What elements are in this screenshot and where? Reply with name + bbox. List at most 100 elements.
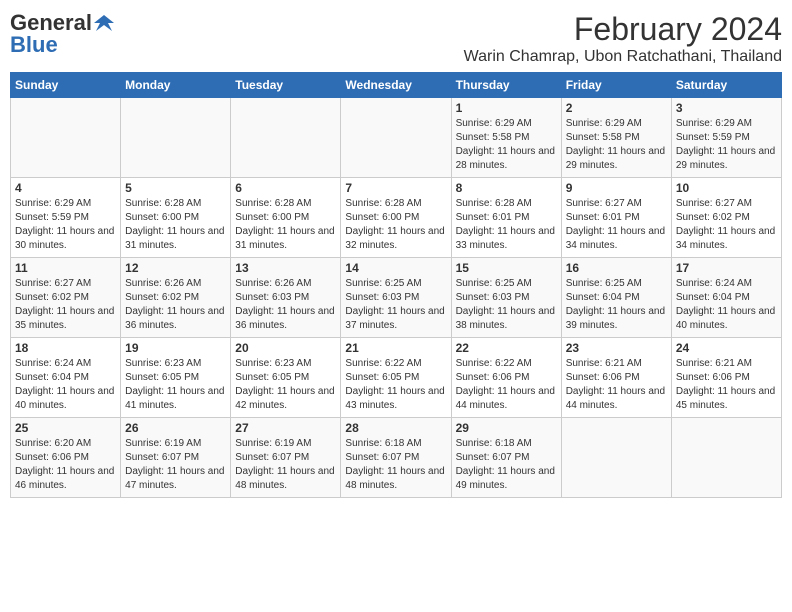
day-number: 22 xyxy=(456,341,557,355)
day-info: Sunrise: 6:28 AM Sunset: 6:00 PM Dayligh… xyxy=(345,197,446,253)
day-info: Sunrise: 6:20 AM Sunset: 6:06 PM Dayligh… xyxy=(15,437,116,493)
day-number: 3 xyxy=(676,101,777,115)
calendar-cell xyxy=(671,418,781,498)
calendar-cell: 1 Sunrise: 6:29 AM Sunset: 5:58 PM Daylig… xyxy=(451,98,561,178)
week-row-4: 18 Sunrise: 6:24 AM Sunset: 6:04 PM Dayli… xyxy=(11,338,782,418)
day-info: Sunrise: 6:22 AM Sunset: 6:05 PM Dayligh… xyxy=(345,357,446,413)
day-info: Sunrise: 6:24 AM Sunset: 6:04 PM Dayligh… xyxy=(676,277,777,333)
day-info: Sunrise: 6:28 AM Sunset: 6:00 PM Dayligh… xyxy=(125,197,226,253)
day-info: Sunrise: 6:27 AM Sunset: 6:01 PM Dayligh… xyxy=(566,197,667,253)
week-row-5: 25 Sunrise: 6:20 AM Sunset: 6:06 PM Dayli… xyxy=(11,418,782,498)
day-info: Sunrise: 6:19 AM Sunset: 6:07 PM Dayligh… xyxy=(125,437,226,493)
day-info: Sunrise: 6:28 AM Sunset: 6:00 PM Dayligh… xyxy=(235,197,336,253)
day-number: 25 xyxy=(15,421,116,435)
day-info: Sunrise: 6:21 AM Sunset: 6:06 PM Dayligh… xyxy=(566,357,667,413)
day-info: Sunrise: 6:27 AM Sunset: 6:02 PM Dayligh… xyxy=(15,277,116,333)
day-number: 20 xyxy=(235,341,336,355)
calendar-cell: 28Sunrise: 6:18 AM Sunset: 6:07 PM Dayli… xyxy=(341,418,451,498)
day-info: Sunrise: 6:29 AM Sunset: 5:59 PM Dayligh… xyxy=(676,117,777,173)
week-row-3: 11 Sunrise: 6:27 AM Sunset: 6:02 PM Dayli… xyxy=(11,258,782,338)
day-number: 8 xyxy=(456,181,557,195)
calendar-cell: 18 Sunrise: 6:24 AM Sunset: 6:04 PM Dayli… xyxy=(11,338,121,418)
day-number: 5 xyxy=(125,181,226,195)
day-number: 27 xyxy=(235,421,336,435)
calendar-cell: 23Sunrise: 6:21 AM Sunset: 6:06 PM Dayli… xyxy=(561,338,671,418)
day-number: 29 xyxy=(456,421,557,435)
calendar-cell: 6 Sunrise: 6:28 AM Sunset: 6:00 PM Daylig… xyxy=(231,178,341,258)
day-number: 7 xyxy=(345,181,446,195)
calendar-cell: 25 Sunrise: 6:20 AM Sunset: 6:06 PM Dayli… xyxy=(11,418,121,498)
day-info: Sunrise: 6:25 AM Sunset: 6:03 PM Dayligh… xyxy=(456,277,557,333)
calendar-cell: 26 Sunrise: 6:19 AM Sunset: 6:07 PM Dayli… xyxy=(121,418,231,498)
day-number: 1 xyxy=(456,101,557,115)
day-number: 14 xyxy=(345,261,446,275)
calendar-cell: 17 Sunrise: 6:24 AM Sunset: 6:04 PM Dayli… xyxy=(671,258,781,338)
day-info: Sunrise: 6:25 AM Sunset: 6:03 PM Dayligh… xyxy=(345,277,446,333)
day-number: 11 xyxy=(15,261,116,275)
calendar-cell: 19 Sunrise: 6:23 AM Sunset: 6:05 PM Dayli… xyxy=(121,338,231,418)
day-number: 4 xyxy=(15,181,116,195)
weekday-header-sunday: Sunday xyxy=(11,73,121,98)
day-info: Sunrise: 6:29 AM Sunset: 5:59 PM Dayligh… xyxy=(15,197,116,253)
day-info: Sunrise: 6:22 AM Sunset: 6:06 PM Dayligh… xyxy=(456,357,557,413)
calendar-cell xyxy=(231,98,341,178)
day-number: 13 xyxy=(235,261,336,275)
day-info: Sunrise: 6:26 AM Sunset: 6:02 PM Dayligh… xyxy=(125,277,226,333)
calendar-cell: 9 Sunrise: 6:27 AM Sunset: 6:01 PM Daylig… xyxy=(561,178,671,258)
day-info: Sunrise: 6:29 AM Sunset: 5:58 PM Dayligh… xyxy=(456,117,557,173)
week-row-1: 1 Sunrise: 6:29 AM Sunset: 5:58 PM Daylig… xyxy=(11,98,782,178)
calendar-cell: 27 Sunrise: 6:19 AM Sunset: 6:07 PM Dayli… xyxy=(231,418,341,498)
weekday-header-monday: Monday xyxy=(121,73,231,98)
day-number: 6 xyxy=(235,181,336,195)
calendar-cell: 15 Sunrise: 6:25 AM Sunset: 6:03 PM Dayli… xyxy=(451,258,561,338)
calendar-cell: 3 Sunrise: 6:29 AM Sunset: 5:59 PM Daylig… xyxy=(671,98,781,178)
day-number: 12 xyxy=(125,261,226,275)
logo: General Blue xyxy=(10,10,114,58)
logo-blue-text: Blue xyxy=(10,32,58,58)
day-number: 16 xyxy=(566,261,667,275)
weekday-header-wednesday: Wednesday xyxy=(341,73,451,98)
calendar-cell: 22 Sunrise: 6:22 AM Sunset: 6:06 PM Dayli… xyxy=(451,338,561,418)
day-number: 18 xyxy=(15,341,116,355)
calendar-cell: 21Sunrise: 6:22 AM Sunset: 6:05 PM Dayli… xyxy=(341,338,451,418)
day-info: Sunrise: 6:28 AM Sunset: 6:01 PM Dayligh… xyxy=(456,197,557,253)
calendar-cell: 10 Sunrise: 6:27 AM Sunset: 6:02 PM Dayli… xyxy=(671,178,781,258)
day-info: Sunrise: 6:27 AM Sunset: 6:02 PM Dayligh… xyxy=(676,197,777,253)
day-number: 15 xyxy=(456,261,557,275)
calendar-cell: 8 Sunrise: 6:28 AM Sunset: 6:01 PM Daylig… xyxy=(451,178,561,258)
day-number: 2 xyxy=(566,101,667,115)
day-info: Sunrise: 6:29 AM Sunset: 5:58 PM Dayligh… xyxy=(566,117,667,173)
day-info: Sunrise: 6:26 AM Sunset: 6:03 PM Dayligh… xyxy=(235,277,336,333)
day-info: Sunrise: 6:19 AM Sunset: 6:07 PM Dayligh… xyxy=(235,437,336,493)
day-number: 10 xyxy=(676,181,777,195)
calendar-cell: 5 Sunrise: 6:28 AM Sunset: 6:00 PM Daylig… xyxy=(121,178,231,258)
calendar-table: SundayMondayTuesdayWednesdayThursdayFrid… xyxy=(10,72,782,498)
day-info: Sunrise: 6:23 AM Sunset: 6:05 PM Dayligh… xyxy=(235,357,336,413)
weekday-header-row: SundayMondayTuesdayWednesdayThursdayFrid… xyxy=(11,73,782,98)
day-info: Sunrise: 6:23 AM Sunset: 6:05 PM Dayligh… xyxy=(125,357,226,413)
calendar-cell xyxy=(11,98,121,178)
day-info: Sunrise: 6:24 AM Sunset: 6:04 PM Dayligh… xyxy=(15,357,116,413)
day-number: 24 xyxy=(676,341,777,355)
day-number: 26 xyxy=(125,421,226,435)
calendar-title: February 2024 xyxy=(464,10,782,48)
logo-bird-icon xyxy=(94,13,114,33)
day-number: 17 xyxy=(676,261,777,275)
day-info: Sunrise: 6:18 AM Sunset: 6:07 PM Dayligh… xyxy=(456,437,557,493)
day-info: Sunrise: 6:25 AM Sunset: 6:04 PM Dayligh… xyxy=(566,277,667,333)
calendar-cell: 24 Sunrise: 6:21 AM Sunset: 6:06 PM Dayli… xyxy=(671,338,781,418)
day-number: 19 xyxy=(125,341,226,355)
calendar-cell: 2 Sunrise: 6:29 AM Sunset: 5:58 PM Daylig… xyxy=(561,98,671,178)
day-info: Sunrise: 6:21 AM Sunset: 6:06 PM Dayligh… xyxy=(676,357,777,413)
calendar-cell: 29 Sunrise: 6:18 AM Sunset: 6:07 PM Dayli… xyxy=(451,418,561,498)
calendar-cell: 12 Sunrise: 6:26 AM Sunset: 6:02 PM Dayli… xyxy=(121,258,231,338)
calendar-cell xyxy=(561,418,671,498)
day-number: 9 xyxy=(566,181,667,195)
title-block: February 2024 Warin Chamrap, Ubon Ratcha… xyxy=(464,10,782,66)
day-info: Sunrise: 6:18 AM Sunset: 6:07 PM Dayligh… xyxy=(345,437,446,493)
page-header: General Blue February 2024 Warin Chamrap… xyxy=(10,10,782,66)
calendar-cell: 13 Sunrise: 6:26 AM Sunset: 6:03 PM Dayli… xyxy=(231,258,341,338)
week-row-2: 4 Sunrise: 6:29 AM Sunset: 5:59 PM Daylig… xyxy=(11,178,782,258)
calendar-cell: 14 Sunrise: 6:25 AM Sunset: 6:03 PM Dayli… xyxy=(341,258,451,338)
weekday-header-thursday: Thursday xyxy=(451,73,561,98)
